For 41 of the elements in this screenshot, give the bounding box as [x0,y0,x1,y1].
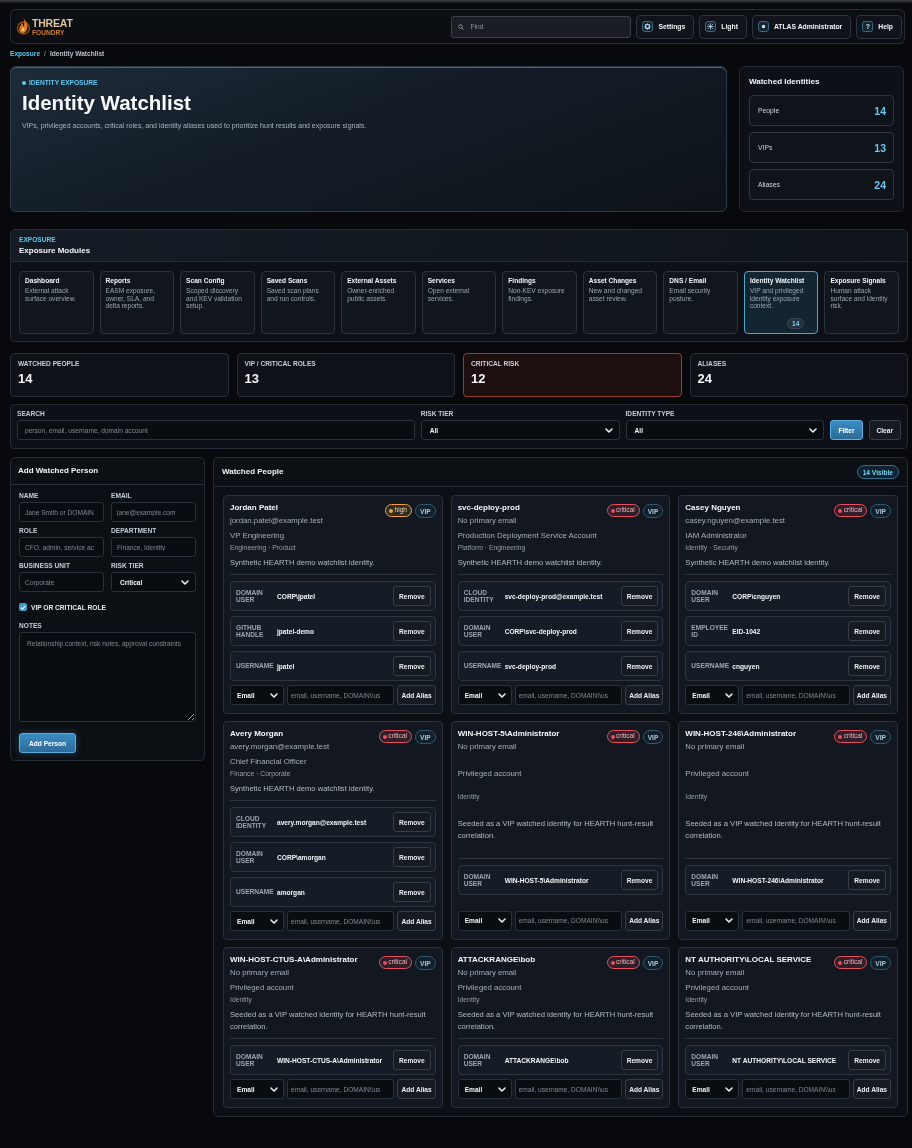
panel-title: Exposure Modules [19,246,92,256]
chevron-down-icon [497,1086,506,1092]
person-name: svc-deploy-prod [457,503,520,513]
stat-value: 12 [471,371,487,386]
flame-logo-icon [16,17,31,36]
page-title: Identity Watchlist [22,91,192,115]
panel-title: Add Watched Person [18,466,99,476]
panel-title: Watched Identities [749,77,821,87]
chevron-down-icon [604,427,613,433]
chevron-down-icon [725,918,734,924]
checkbox[interactable] [19,603,27,611]
person-name: NT AUTHORITY\LOCAL SERVICE [685,955,812,965]
stat-value: 14 [874,104,886,117]
stat-value: 13 [874,141,886,154]
dot-icon [22,81,26,85]
chevron-down-icon [725,1086,734,1092]
stat-value: 13 [244,371,260,386]
chevron-down-icon [809,427,818,433]
person-name: Casey Nguyen [685,503,742,513]
chevron-down-icon [270,692,278,698]
sun-icon [705,21,717,32]
person-name: ATTACKRANGE\bob [457,955,536,965]
chevron-down-icon [181,579,189,585]
chevron-down-icon [497,918,506,924]
chevron-down-icon [725,692,734,698]
person-name: WIN-HOST-5\Administrator [457,729,560,739]
chevron-down-icon [270,1086,278,1092]
stat-value: 14 [18,371,34,386]
tick-icon [20,604,26,610]
gear-icon [642,21,654,32]
chevron-down-icon [497,692,506,698]
person-name: Avery Morgan [230,729,285,739]
person-name: WIN-HOST-CTUS-A\Administrator [230,955,358,965]
person-name: WIN-HOST-246\Administrator [685,729,796,739]
person-name: Jordan Patel [230,503,279,513]
logo-wordmark: THREAT [32,17,73,29]
panel-title: Watched People [222,467,284,477]
search-icon [458,23,465,30]
stat-value: 24 [697,371,713,386]
stat-value: 24 [874,178,886,191]
chevron-down-icon [270,918,278,924]
